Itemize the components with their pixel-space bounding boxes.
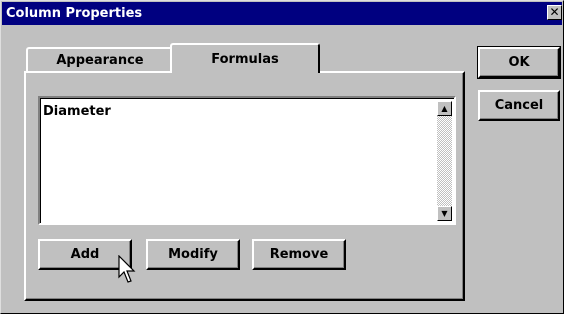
column-properties-dialog: Column Properties ✕ Appearance Formulas … xyxy=(0,0,564,314)
title-bar[interactable]: Column Properties ✕ xyxy=(2,2,562,25)
add-button-label: Add xyxy=(70,247,100,262)
tab-formulas[interactable]: Formulas xyxy=(170,43,320,73)
remove-button-label: Remove xyxy=(269,247,329,262)
close-button[interactable]: ✕ xyxy=(547,5,562,20)
ok-button[interactable]: OK xyxy=(477,46,561,79)
modify-button[interactable]: Modify xyxy=(146,239,240,270)
remove-button[interactable]: Remove xyxy=(252,239,346,270)
window-title: Column Properties xyxy=(6,6,143,21)
tab-appearance[interactable]: Appearance xyxy=(26,47,174,71)
formulas-listbox[interactable]: Diameter ▲ ▼ xyxy=(38,96,456,225)
cancel-button[interactable]: Cancel xyxy=(478,90,560,121)
list-item[interactable]: Diameter xyxy=(43,104,111,119)
tab-appearance-label: Appearance xyxy=(56,52,144,68)
scroll-down-icon[interactable]: ▼ xyxy=(437,206,452,221)
ok-button-label: OK xyxy=(508,55,530,70)
scroll-up-icon[interactable]: ▲ xyxy=(437,101,452,116)
tab-formulas-label: Formulas xyxy=(211,51,279,67)
mouse-pointer-icon xyxy=(118,255,136,283)
cancel-button-label: Cancel xyxy=(494,98,544,113)
vertical-scrollbar[interactable]: ▲ ▼ xyxy=(437,101,452,221)
modify-button-label: Modify xyxy=(168,247,218,262)
close-icon: ✕ xyxy=(549,5,560,19)
